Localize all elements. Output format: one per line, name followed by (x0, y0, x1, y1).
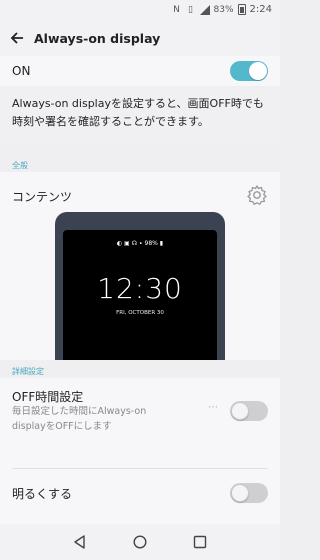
preview-status-icons: ◐ ▣ ☊ ∙ 98% ▮ (116, 240, 164, 247)
off-time-toggle[interactable] (230, 401, 268, 421)
battery-percent: 83% (213, 4, 234, 15)
status-time: 2:24 (249, 4, 272, 15)
navigation-bar (0, 524, 280, 560)
page-title: Always-on display (34, 30, 161, 46)
brightness-toggle[interactable] (230, 483, 268, 503)
aod-preview-phone: ◐ ▣ ☊ ∙ 98% ▮ 12:30 FRI, OCTOBER 30 (55, 212, 225, 360)
gear-icon[interactable] (246, 184, 268, 206)
main-toggle-switch[interactable] (230, 61, 268, 81)
signal-icon (199, 4, 210, 15)
off-time-title: OFF時間設定 (12, 390, 84, 404)
preview-date: FRI, OCTOBER 30 (116, 310, 164, 316)
main-toggle-row[interactable]: ON (0, 56, 280, 86)
nav-home-button[interactable] (130, 532, 150, 552)
more-dots-icon: ⋯ (208, 402, 218, 413)
battery-icon (237, 4, 246, 15)
off-time-subtitle-2: displayをOFFにします (12, 421, 112, 432)
home-circle-icon (133, 535, 147, 549)
status-bar: N ▯ 83% 2:24 (0, 0, 280, 20)
section-label-detail: 詳細設定 (12, 367, 44, 376)
description-text: Always-on displayを設定すると、画面OFF時でも時刻や署名を確認… (0, 90, 280, 142)
vibrate-icon: ▯ (188, 4, 193, 15)
off-time-row[interactable]: OFF時間設定 毎日設定した時間にAlways-on displayをOFFにし… (0, 378, 280, 468)
aod-preview-screen: ◐ ▣ ☊ ∙ 98% ▮ 12:30 FRI, OCTOBER 30 (63, 230, 217, 360)
nfc-icon: N (173, 4, 180, 15)
arrow-left-icon (10, 32, 23, 44)
nav-back-button[interactable] (70, 532, 90, 552)
section-label-general: 全般 (12, 161, 28, 170)
main-toggle-label: ON (12, 64, 31, 78)
brightness-row[interactable]: 明るくする (0, 470, 280, 518)
brightness-title: 明るくする (12, 487, 73, 501)
nav-recents-button[interactable] (190, 532, 210, 552)
preview-clock: 12:30 (97, 272, 183, 305)
recents-square-icon (193, 535, 207, 549)
app-bar: Always-on display (0, 20, 280, 56)
toggle-knob (231, 484, 249, 502)
divider (12, 468, 268, 469)
contents-title: コンテンツ (12, 190, 73, 204)
off-time-subtitle-1: 毎日設定した時間にAlways-on (12, 406, 147, 417)
back-triangle-icon (74, 535, 85, 549)
back-button[interactable] (0, 20, 34, 56)
toggle-knob (231, 402, 249, 420)
toggle-knob (249, 62, 267, 80)
